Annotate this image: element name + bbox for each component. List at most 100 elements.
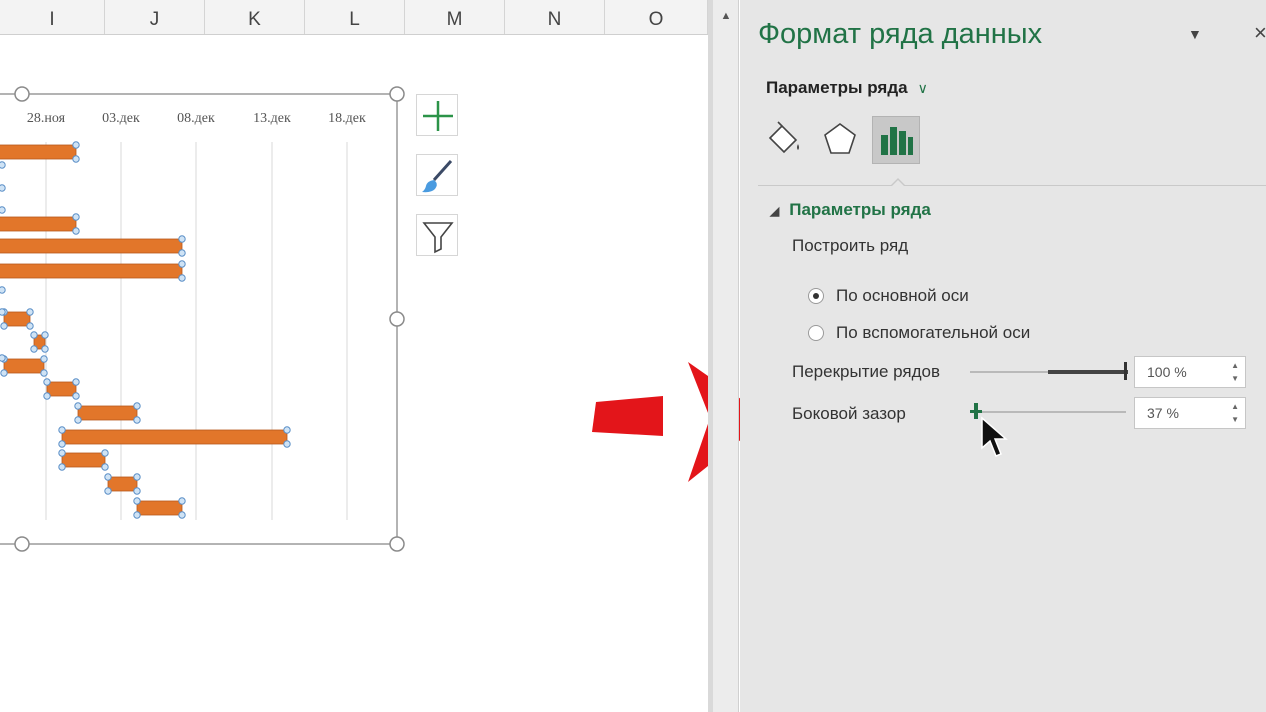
bar-selection-handle [72, 227, 80, 235]
x-tick-label: 03.дек [102, 111, 140, 126]
chart-resize-handle [389, 311, 405, 327]
bar-selection-handle [41, 331, 49, 339]
plus-icon [423, 101, 453, 131]
bar-selection-handle [0, 161, 6, 169]
bar-selection-handle [101, 463, 109, 471]
chart-resize-handle [389, 86, 405, 102]
bar-selection-handle [40, 369, 48, 377]
spin-down-icon[interactable]: ▼ [1231, 415, 1239, 424]
chart-styles-button[interactable] [416, 154, 458, 196]
gantt-bar [107, 476, 138, 492]
gantt-chart[interactable]: 28.ноя 03.дек 08.дек 13.дек 18.дек [0, 0, 710, 712]
fill-line-tab[interactable] [760, 116, 808, 164]
chart-resize-handle [14, 86, 30, 102]
pane-options-chevron-icon[interactable]: ▼ [1188, 26, 1202, 42]
bar-selection-handle [58, 426, 66, 434]
spin-down-icon[interactable]: ▼ [1231, 374, 1239, 383]
series-overlap-label: Перекрытие рядов [792, 362, 941, 381]
bar-selection-handle [41, 345, 49, 353]
x-tick-label: 08.дек [177, 111, 215, 126]
bar-selection-handle [30, 345, 38, 353]
bar-selection-handle [283, 440, 291, 448]
bar-selection-handle [74, 416, 82, 424]
pentagon-icon [824, 123, 856, 154]
bar-selection-handle [0, 308, 6, 316]
gantt-bar [0, 263, 183, 279]
pane-scrollbar[interactable] [713, 0, 739, 712]
gap-width-slider-thumb[interactable] [974, 403, 978, 419]
bar-selection-handle [0, 184, 6, 192]
secondary-axis-radio[interactable] [808, 325, 824, 341]
bar-selection-handle [26, 308, 34, 316]
bar-selection-handle [133, 487, 141, 495]
bar-selection-handle [43, 392, 51, 400]
worksheet[interactable]: I J K L M N O 28.ноя 03.дек 08.дек 13.дек 18… [0, 0, 768, 712]
gap-width-slider[interactable] [970, 411, 1126, 413]
section-series-options-label: Параметры ряда [789, 200, 931, 219]
bar-selection-handle [178, 497, 186, 505]
bar-selection-handle [133, 402, 141, 410]
section-series-options[interactable]: ◢ Параметры ряда [770, 200, 931, 220]
funnel-icon [422, 222, 454, 254]
series-overlap-value: 100 % [1147, 364, 1187, 380]
series-options-dropdown[interactable]: Параметры ряда ∨ [766, 78, 928, 98]
pane-title: Формат ряда данных [758, 18, 1043, 50]
bar-selection-handle [101, 449, 109, 457]
chart-canvas: 28.ноя 03.дек 08.дек 13.дек 18.дек [0, 86, 405, 552]
gap-width-value: 37 % [1147, 405, 1179, 421]
x-tick-label: 18.дек [328, 111, 366, 126]
series-options-dropdown-label: Параметры ряда [766, 78, 908, 97]
gantt-bar [136, 500, 183, 516]
chart-resize-handle [389, 536, 405, 552]
tab-separator [758, 185, 1266, 186]
bar-selection-handle [178, 511, 186, 519]
plot-series-on-label: Построить ряд [792, 236, 909, 255]
collapse-triangle-icon: ◢ [770, 204, 780, 218]
gantt-bar [46, 381, 77, 397]
gap-width-label: Боковой зазор [792, 404, 906, 423]
bar-selection-handle [104, 473, 112, 481]
gantt-bar [61, 429, 288, 445]
gap-width-input[interactable]: 37 % ▲ ▼ [1134, 397, 1246, 429]
bar-selection-handle [74, 402, 82, 410]
bar-selection-handle [178, 235, 186, 243]
bar-selection-handle [0, 322, 8, 330]
bar-selection-handle [30, 331, 38, 339]
bar-selection-handle [178, 274, 186, 282]
series-overlap-input[interactable]: 100 % ▲ ▼ [1134, 356, 1246, 388]
bar-selection-handle [58, 440, 66, 448]
series-options-tab[interactable] [872, 116, 920, 164]
scroll-up-arrow-icon[interactable]: ▲ [713, 6, 739, 26]
bar-selection-handle [72, 213, 80, 221]
primary-axis-radio[interactable] [808, 288, 824, 304]
gantt-bar [0, 144, 77, 160]
bar-selection-handle [58, 463, 66, 471]
bar-selection-handle [43, 378, 51, 386]
bar-selection-handle [133, 511, 141, 519]
bar-selection-handle [72, 141, 80, 149]
bar-selection-handle [72, 155, 80, 163]
gantt-bar [3, 358, 45, 374]
chart-elements-button[interactable] [416, 94, 458, 136]
x-tick-label: 13.дек [253, 111, 291, 126]
bar-selection-handle [283, 426, 291, 434]
spin-up-icon[interactable]: ▲ [1231, 402, 1239, 411]
gantt-bar [0, 216, 77, 232]
gantt-bar [0, 238, 183, 254]
bar-selection-handle [133, 416, 141, 424]
gantt-bar [77, 405, 138, 421]
chart-filters-button[interactable] [416, 214, 458, 256]
bar-selection-handle [178, 249, 186, 257]
brush-icon [422, 159, 453, 193]
spin-up-icon[interactable]: ▲ [1231, 361, 1239, 370]
chevron-down-icon: ∨ [917, 80, 928, 96]
effects-tab[interactable] [816, 116, 864, 164]
bar-selection-handle [0, 286, 6, 294]
close-icon[interactable]: × [1254, 20, 1266, 46]
bar-chart-icon [881, 127, 913, 155]
bar-selection-handle [133, 473, 141, 481]
gantt-bar [61, 452, 106, 468]
mouse-pointer-icon [981, 416, 1008, 457]
series-overlap-slider-thumb[interactable] [1124, 362, 1127, 380]
chart-area-border [0, 93, 398, 545]
